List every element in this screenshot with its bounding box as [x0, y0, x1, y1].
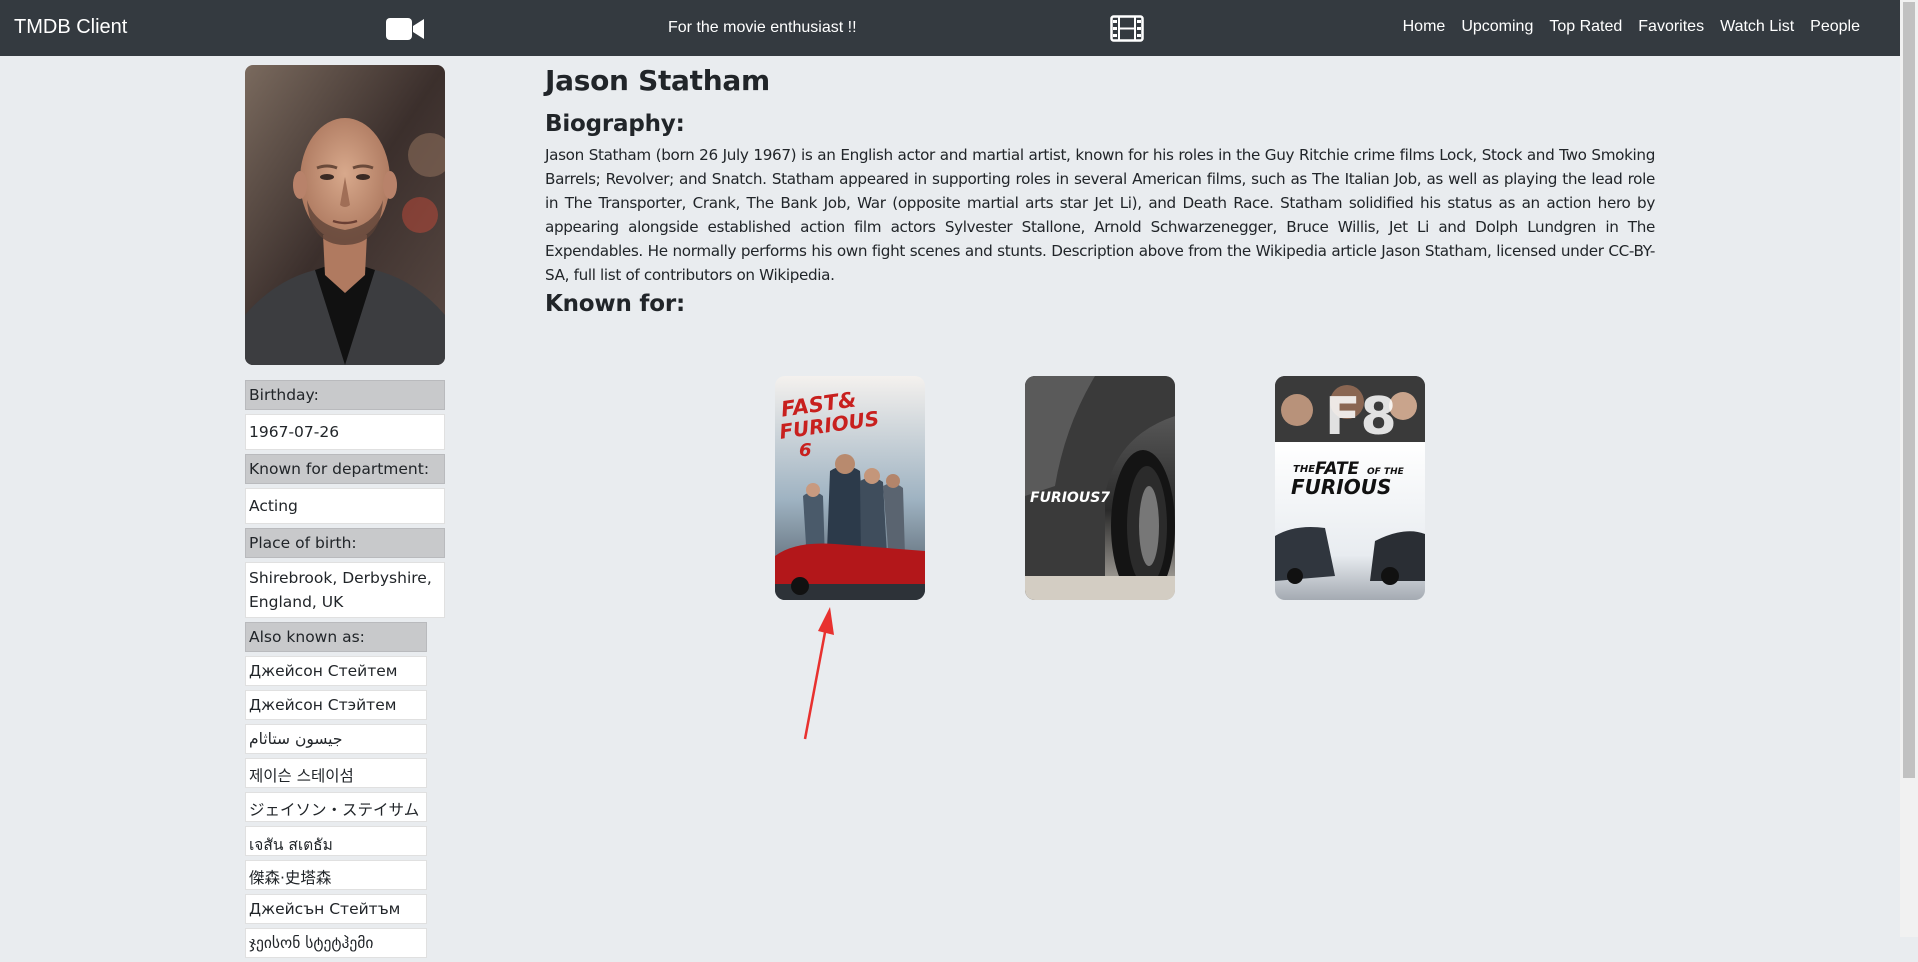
birthday-value: 1967-07-26 — [245, 414, 445, 450]
birthday-label: Birthday: — [245, 380, 445, 410]
top-navbar: TMDB Client For the movie enthusiast !! … — [0, 0, 1900, 56]
aka-item: Джейсън Стейтъм — [245, 894, 427, 924]
tagline: For the movie enthusiast !! — [668, 19, 857, 36]
known-for-poster-furious-7[interactable]: FURIOUS7 — [1025, 376, 1175, 600]
aka-item: ჯეისონ სტეტჰემი — [245, 928, 427, 958]
department-value: Acting — [245, 488, 445, 524]
nav-upcoming[interactable]: Upcoming — [1461, 18, 1533, 36]
birthplace-label: Place of birth: — [245, 528, 445, 558]
poster-title-line: F8 — [1325, 387, 1397, 447]
brand-title[interactable]: TMDB Client — [14, 16, 127, 39]
profile-photo — [245, 65, 445, 365]
video-camera-icon — [386, 18, 424, 40]
birthplace-value: Shirebrook, Derbyshire, England, UK — [245, 562, 445, 618]
aka-item: Джейсон Стейтем — [245, 656, 427, 686]
annotation-arrow-icon — [803, 607, 834, 740]
nav-home[interactable]: Home — [1403, 18, 1446, 36]
person-main-content: Jason Statham Biography: Jason Statham (… — [545, 64, 1655, 323]
aka-item: ジェイソン・ステイサム — [245, 792, 427, 822]
known-for-heading: Known for: — [545, 291, 685, 317]
aka-item: Джейсон Стэйтем — [245, 690, 427, 720]
person-name: Jason Statham — [545, 64, 770, 97]
nav-people[interactable]: People — [1810, 18, 1860, 36]
aka-item: 傑森·史塔森 — [245, 860, 427, 890]
page-scrollbar[interactable] — [1900, 0, 1918, 937]
nav-top-rated[interactable]: Top Rated — [1549, 18, 1622, 36]
person-info-panel: Birthday: 1967-07-26 Known for departmen… — [245, 380, 445, 962]
biography-text: Jason Statham (born 26 July 1967) is an … — [545, 146, 1655, 284]
aka-item: 제이슨 스테이섬 — [245, 758, 427, 788]
scrollbar-thumb[interactable] — [1903, 2, 1915, 778]
film-strip-icon — [1110, 15, 1144, 42]
poster-title-line: FURIOUS — [1291, 475, 1391, 499]
aka-label: Also known as: — [245, 622, 427, 652]
nav-links: Home Upcoming Top Rated Favorites Watch … — [1403, 18, 1860, 36]
department-label: Known for department: — [245, 454, 445, 484]
nav-favorites[interactable]: Favorites — [1638, 18, 1704, 36]
poster-title-line: 6 — [799, 440, 812, 461]
known-for-poster-fate-of-the-furious[interactable]: F8 THE FATE OF THE FURIOUS — [1275, 376, 1425, 600]
aka-item: เจสัน สเตธัม — [245, 826, 427, 856]
biography-heading: Biography: — [545, 111, 685, 137]
poster-title: FURIOUS7 — [1030, 490, 1110, 506]
poster-title-line: THE — [1293, 464, 1315, 475]
aka-item: جيسون ستاثام — [245, 724, 427, 754]
known-for-poster-fast-furious-6[interactable]: FAST& FURIOUS 6 — [775, 376, 925, 600]
nav-watch-list[interactable]: Watch List — [1720, 18, 1794, 36]
